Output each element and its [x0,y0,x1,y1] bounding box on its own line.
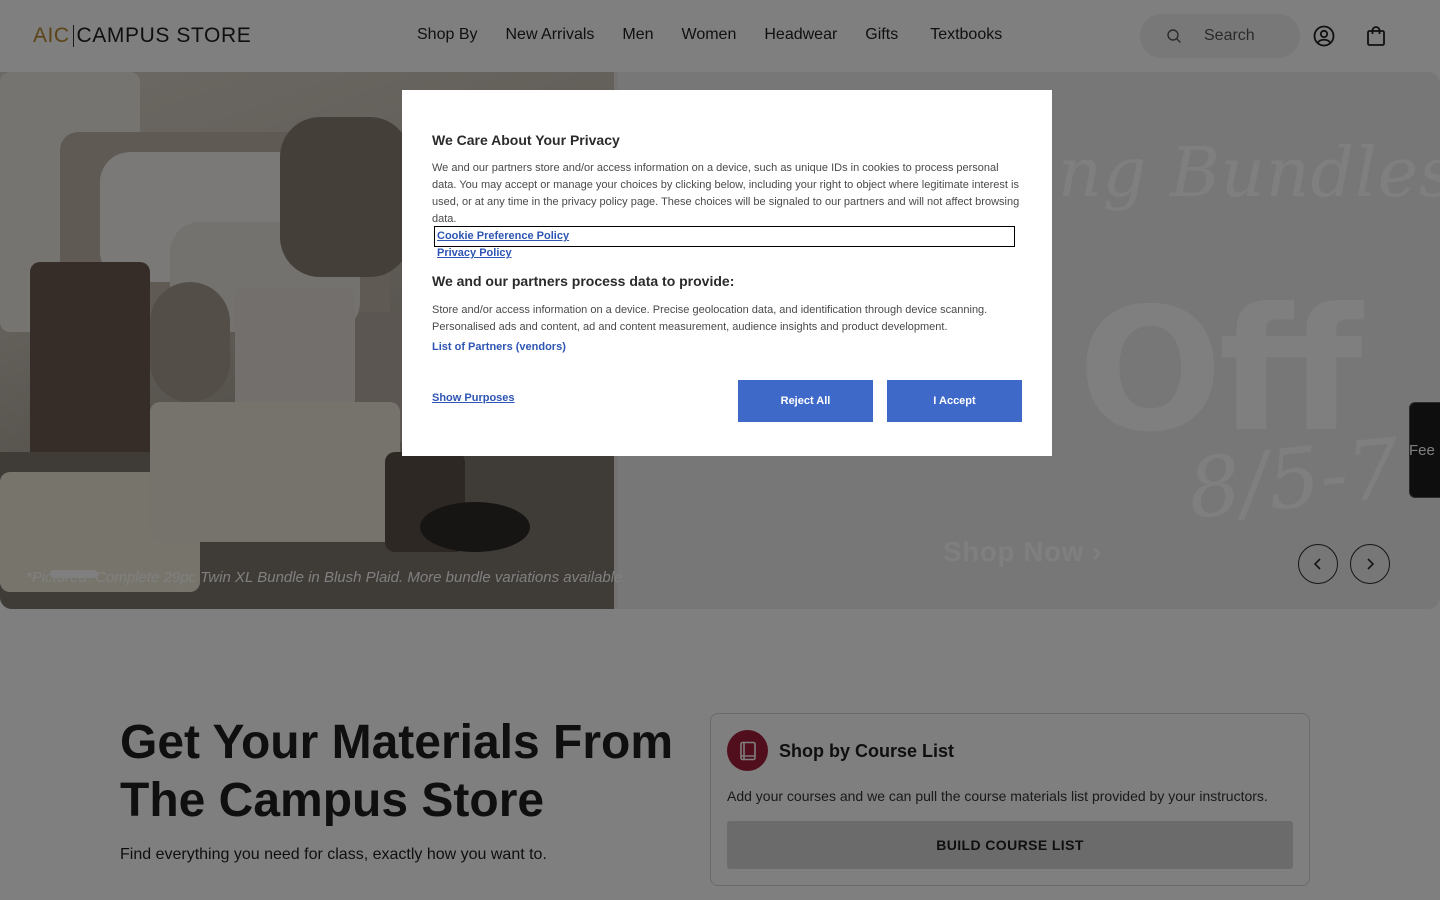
privacy-modal-title: We Care About Your Privacy [432,132,620,148]
show-purposes-link[interactable]: Show Purposes [432,392,515,404]
privacy-modal-body: We and our partners store and/or access … [432,162,1020,225]
privacy-policy-link[interactable]: Privacy Policy [437,247,512,259]
accept-button[interactable]: I Accept [887,380,1022,422]
privacy-purposes-text: Store and/or access information on a dev… [432,304,988,333]
privacy-modal: We Care About Your Privacy We and our pa… [402,90,1052,456]
cookie-policy-link[interactable]: Cookie Preference Policy [437,230,569,242]
reject-all-button[interactable]: Reject All [738,380,873,422]
privacy-modal-subtitle: We and our partners process data to prov… [432,273,735,289]
partners-list-link[interactable]: List of Partners (vendors) [432,341,566,353]
